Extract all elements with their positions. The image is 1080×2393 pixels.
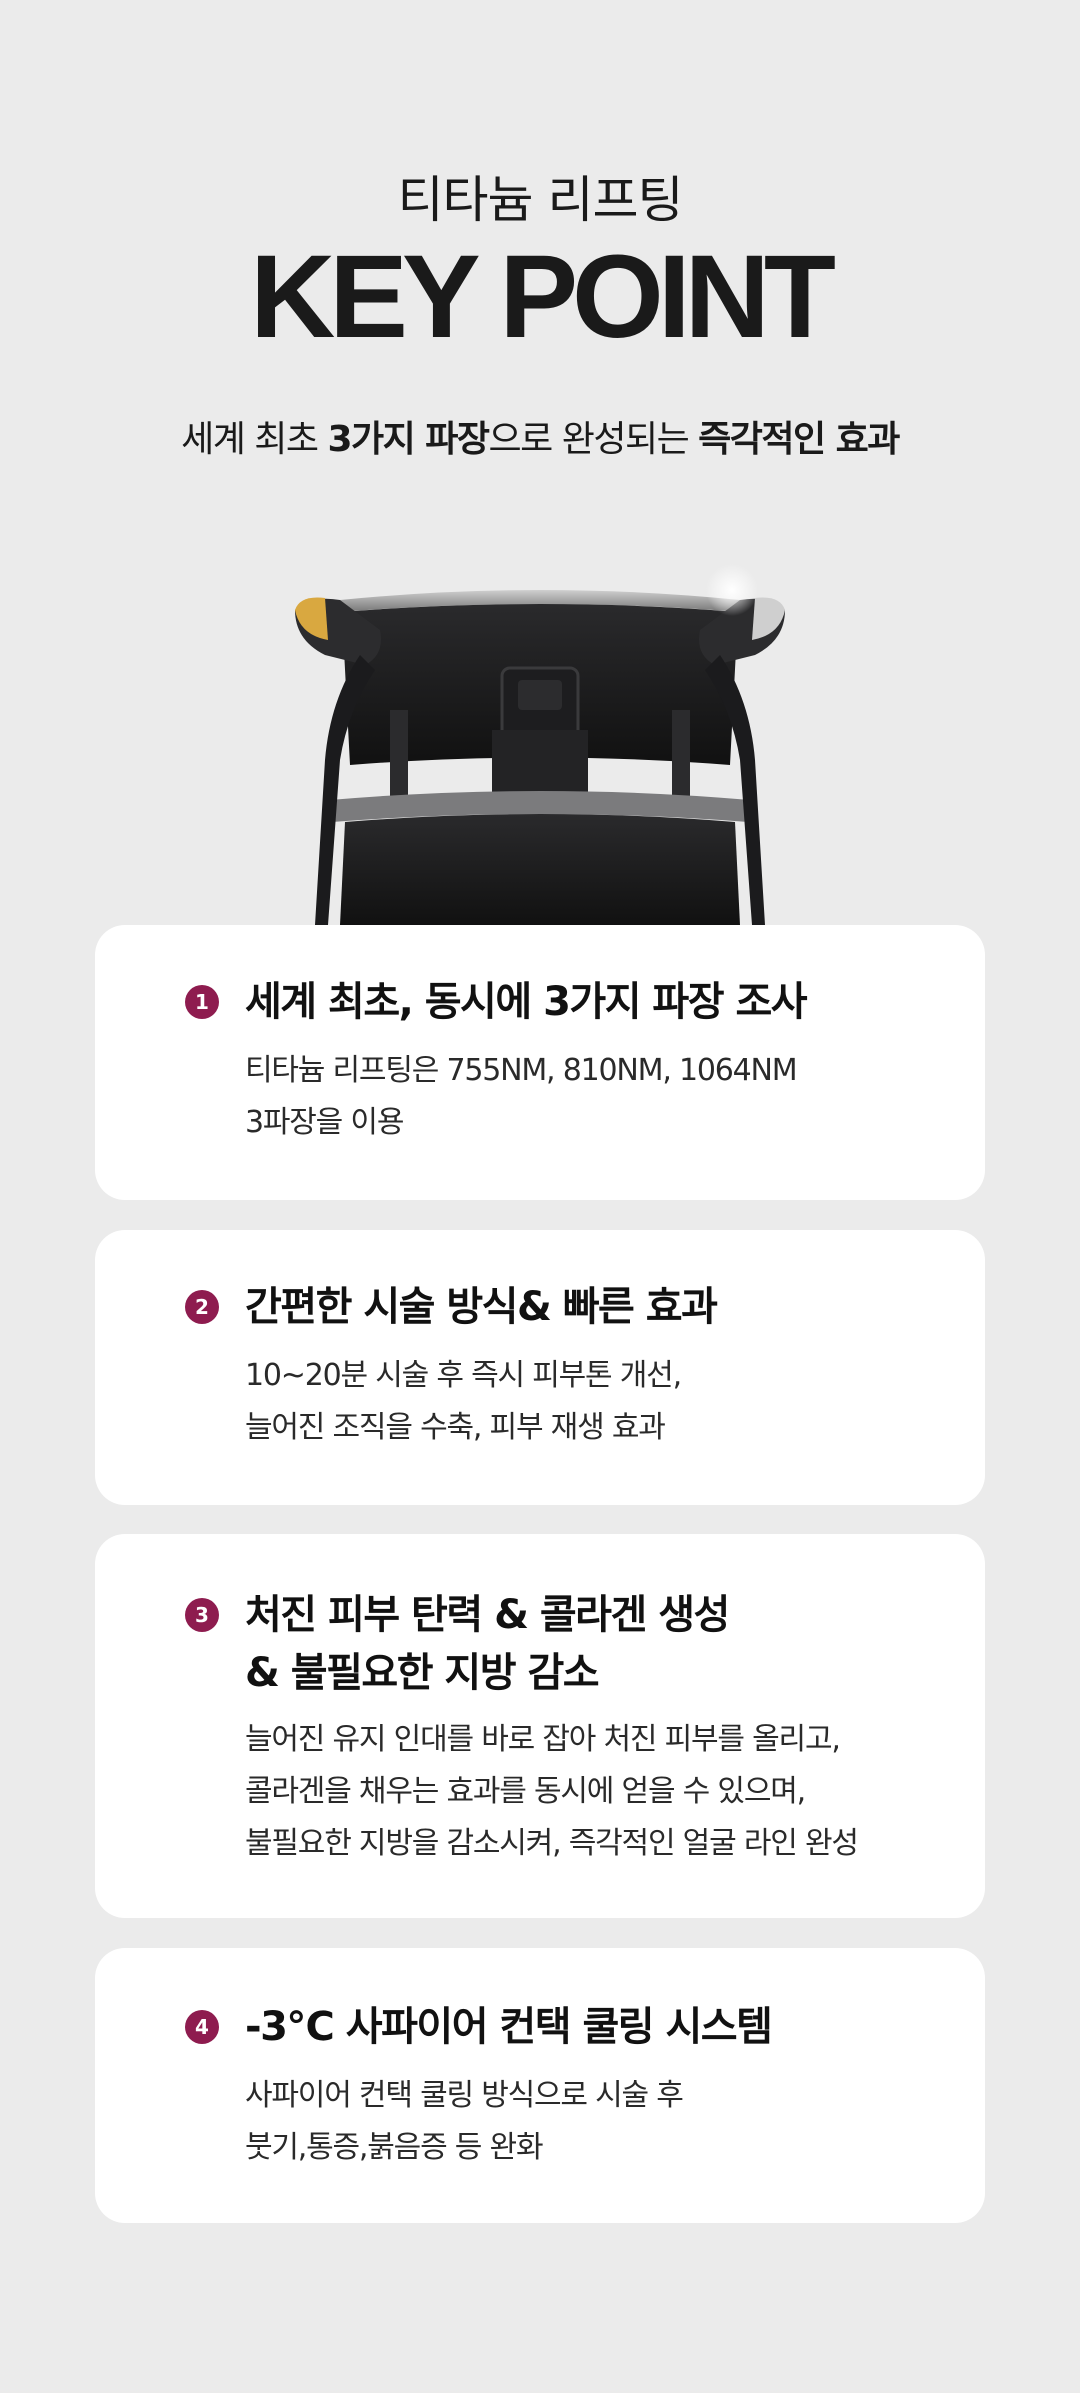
card-title: 처진 피부 탄력 & 콜라겐 생성 & 불필요한 지방 감소 xyxy=(245,1586,730,1702)
card-title: -3℃ 사파이어 컨택 쿨링 시스템 xyxy=(245,1998,773,2056)
card-title-line: 세계 최초, 동시에 3가지 파장 조사 xyxy=(245,979,808,1025)
tagline-part: 세계 최초 xyxy=(181,419,328,460)
feature-card-2: 2 간편한 시술 방식& 빠른 효과 10~20분 시술 후 즉시 피부톤 개선… xyxy=(95,1230,985,1505)
page-title: KEY POINT xyxy=(250,231,836,363)
card-desc-line: 늘어진 유지 인대를 바로 잡아 처진 피부를 올리고, xyxy=(245,1722,841,1757)
card-desc-line: 티타늄 리프팅은 755NM, 810NM, 1064NM xyxy=(245,1053,798,1088)
device-image xyxy=(295,564,785,925)
card-description: 티타늄 리프팅은 755NM, 810NM, 1064NM 3파장을 이용 xyxy=(245,1045,798,1149)
card-desc-line: 콜라겐을 채우는 효과를 동시에 얻을 수 있으며, xyxy=(245,1774,806,1809)
card-desc-line: 3파장을 이용 xyxy=(245,1105,404,1140)
card-number-badge: 1 xyxy=(185,985,219,1019)
card-number-badge: 4 xyxy=(185,2010,219,2044)
card-desc-line: 10~20분 시술 후 즉시 피부톤 개선, xyxy=(245,1358,682,1393)
tagline: 세계 최초 3가지 파장으로 완성되는 즉각적인 효과 xyxy=(0,410,1080,462)
page-subtitle: 티타늄 리프팅 xyxy=(397,171,684,229)
card-title: 간편한 시술 방식& 빠른 효과 xyxy=(245,1278,718,1336)
card-description: 사파이어 컨택 쿨링 방식으로 시술 후 붓기,통증,붉음증 등 완화 xyxy=(245,2070,684,2174)
tagline-part: 으로 완성되는 xyxy=(488,419,699,460)
card-number-badge: 3 xyxy=(185,1598,219,1632)
card-description: 늘어진 유지 인대를 바로 잡아 처진 피부를 올리고, 콜라겐을 채우는 효과… xyxy=(245,1714,859,1870)
card-desc-line: 불필요한 지방을 감소시켜, 즉각적인 얼굴 라인 완성 xyxy=(245,1826,859,1861)
card-desc-line: 사파이어 컨택 쿨링 방식으로 시술 후 xyxy=(245,2078,684,2113)
tagline-highlight: 3가지 파장 xyxy=(327,419,490,460)
card-title-line: 처진 피부 탄력 & 콜라겐 생성 xyxy=(245,1592,730,1638)
card-title-line: 간편한 시술 방식& 빠른 효과 xyxy=(245,1284,718,1330)
card-title-line: -3℃ 사파이어 컨택 쿨링 시스템 xyxy=(245,2004,773,2050)
feature-card-4: 4 -3℃ 사파이어 컨택 쿨링 시스템 사파이어 컨택 쿨링 방식으로 시술 … xyxy=(95,1948,985,2223)
tagline-highlight: 즉각적인 효과 xyxy=(698,419,900,460)
card-desc-line: 붓기,통증,붉음증 등 완화 xyxy=(245,2130,544,2165)
card-desc-line: 늘어진 조직을 수축, 피부 재생 효과 xyxy=(245,1410,666,1445)
card-number-badge: 2 xyxy=(185,1290,219,1324)
feature-card-3: 3 처진 피부 탄력 & 콜라겐 생성 & 불필요한 지방 감소 늘어진 유지 … xyxy=(95,1534,985,1918)
feature-card-1: 1 세계 최초, 동시에 3가지 파장 조사 티타늄 리프팅은 755NM, 8… xyxy=(95,925,985,1200)
card-title-line: & 불필요한 지방 감소 xyxy=(245,1650,600,1696)
card-title: 세계 최초, 동시에 3가지 파장 조사 xyxy=(245,973,808,1031)
card-description: 10~20분 시술 후 즉시 피부톤 개선, 늘어진 조직을 수축, 피부 재생… xyxy=(245,1350,682,1454)
